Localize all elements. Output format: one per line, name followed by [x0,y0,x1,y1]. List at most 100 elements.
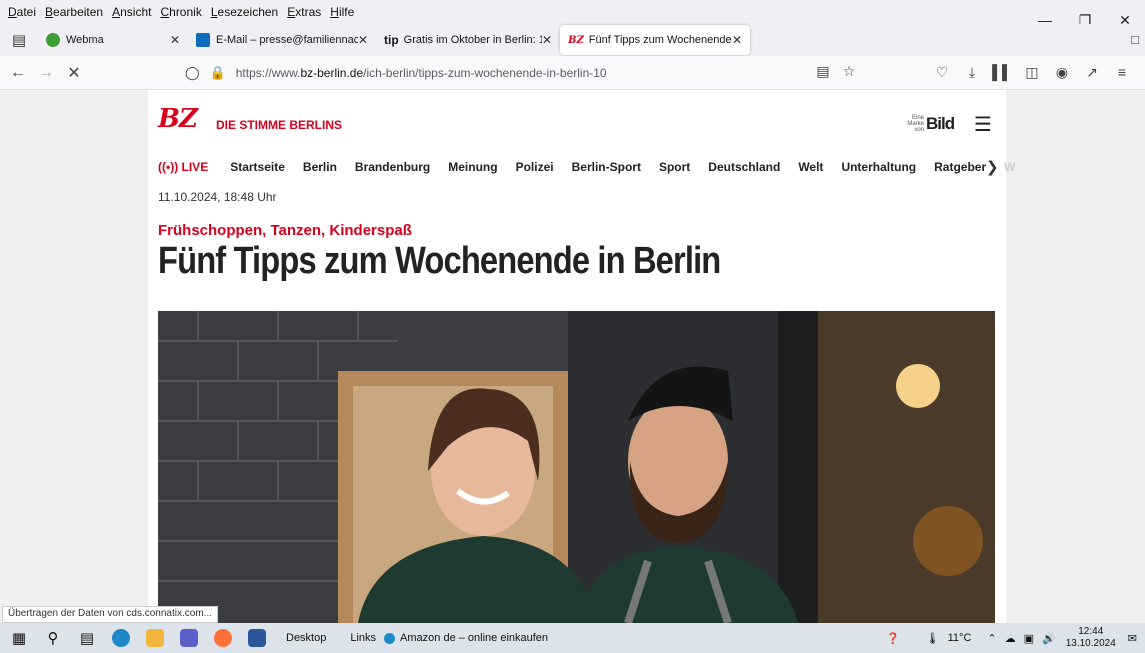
tab-close-icon[interactable]: ✕ [542,33,552,47]
help-icon[interactable]: ❓ [886,632,900,645]
nav-meinung[interactable]: Meinung [448,160,497,174]
search-icon[interactable]: ⚲ [38,627,68,649]
menu-chronik[interactable]: Chronik [160,5,201,19]
notifications-icon[interactable]: ✉ [1128,632,1137,645]
article-headline: Fünf Tipps zum Wochenende in Berlin [158,240,721,282]
pocket-icon[interactable]: ♡ [927,64,957,81]
sidebar-icon[interactable]: ◫ [1017,64,1047,81]
volume-icon[interactable]: 🔊 [1042,632,1056,645]
webmail-favicon-icon [46,33,60,47]
firefox-icon[interactable] [208,627,238,649]
nav-startseite[interactable]: Startseite [230,160,285,174]
network-icon[interactable]: ▣ [1024,632,1034,645]
windows-taskbar: ▦ ⚲ ▤ Desktop Links Amazon de – online e… [0,623,1145,653]
task-view-icon[interactable]: ▤ [72,627,102,649]
menu-bearbeiten[interactable]: Bearbeiten [45,5,103,19]
menu-bar: Datei Bearbeiten Ansicht Chronik Lesezei… [0,0,1145,24]
bild-brand-mark[interactable]: Eine Marke von Bild [902,114,955,134]
app-menu-icon[interactable]: ≡ [1107,64,1137,81]
tab-title: Webmail (8352) [66,34,104,46]
menu-datei[interactable]: Datei [8,5,36,19]
article-page: BZ DIE STIMME BERLINS Eine Marke von Bil… [148,90,1015,623]
url-bar[interactable]: ◯ 🔒 https://www. bz-berlin.de/ich-berlin/… [185,60,865,86]
tab-bz-active[interactable]: BZ Fünf Tipps zum Wochenende ar ✕ [560,25,750,55]
nav-ratgeber[interactable]: Ratgeber [934,160,986,174]
tray-chevron-icon[interactable]: ⌃ [987,632,996,645]
nav-live[interactable]: ((•)) LIVE [158,160,208,174]
url-prefix: https://www. [235,66,301,80]
amazon-link[interactable]: Amazon de – online einkaufen [400,632,548,644]
edge-icon[interactable] [106,627,136,649]
menu-lesezeichen[interactable]: Lesezeichen [211,5,278,19]
clock-date: 13.10.2024 [1065,638,1116,649]
tab-close-icon[interactable]: ✕ [732,33,742,47]
account-icon[interactable]: ◉ [1047,64,1077,81]
hamburger-menu-icon[interactable]: ☰ [974,112,992,137]
nav-berlin-sport[interactable]: Berlin-Sport [572,160,641,174]
nav-sport[interactable]: Sport [659,160,690,174]
desktop-toolbar[interactable]: Desktop [286,632,326,644]
nav-berlin[interactable]: Berlin [303,160,337,174]
bookmark-star-icon[interactable]: ☆ [836,63,862,80]
tab-tip[interactable]: tip Gratis im Oktober in Berlin: 12 k ✕ [376,25,560,55]
bz-favicon-icon: BZ [568,34,584,46]
back-icon[interactable]: ← [4,64,32,82]
stop-icon[interactable]: ✕ [60,63,88,83]
bz-logo[interactable]: BZ [158,104,198,134]
file-explorer-icon[interactable] [140,627,170,649]
photo-illustration [158,311,995,623]
tab-close-icon[interactable]: ✕ [170,33,180,47]
nav-more-faded[interactable]: W [1004,160,1015,174]
menu-extras[interactable]: Extras [287,5,321,19]
system-tray: ❓ 🌡 11°C ⌃ ☁ ▣ 🔊 12:44 13.10.2024 ✉ [878,623,1137,653]
article-kicker: Frühschoppen, Tanzen, Kinderspaß [158,222,412,239]
lock-icon[interactable]: 🔒 [210,65,226,81]
menu-ansicht[interactable]: Ansicht [112,5,151,19]
edge-link-icon [382,627,396,649]
chevron-right-icon[interactable]: ❯ [986,158,999,176]
windows-start-icon[interactable]: ▦ [4,627,34,649]
nav-deutschland[interactable]: Deutschland [708,160,780,174]
nav-welt[interactable]: Welt [798,160,823,174]
share-icon[interactable]: ↗ [1077,64,1107,81]
nav-unterhaltung[interactable]: Unterhaltung [841,160,916,174]
teams-icon[interactable] [174,627,204,649]
url-actions: ▤ ☆ [810,63,862,80]
nav-brandenburg[interactable]: Brandenburg [355,160,430,174]
url-path: /ich-berlin/tipps-zum-wochenende-in-berl… [363,66,607,80]
tip-favicon-icon: tip [384,33,399,47]
menu-hilfe[interactable]: Hilfe [330,5,354,19]
nav-bar: ← → ✕ ◯ 🔒 https://www. bz-berlin.de/ich-b… [0,56,1145,90]
outlook-icon [196,33,210,47]
url-host: bz-berlin.de [300,66,364,80]
list-all-tabs-icon[interactable]: ▤ [0,31,38,49]
shield-icon[interactable]: ◯ [185,65,200,81]
tab-bar: ▤ Webmail (8352) ✕ E-Mail – presse@famil… [0,24,1145,56]
site-nav: ((•)) LIVE Startseite Berlin Brandenburg… [158,160,1033,174]
tab-email[interactable]: E-Mail – presse@familiennacht. ✕ [188,25,376,55]
clock-time: 12:44 [1078,626,1104,637]
article-date: 11.10.2024, 18:48 Uhr [158,190,277,204]
word-icon[interactable] [242,627,272,649]
bz-slogan: DIE STIMME BERLINS [216,118,343,132]
temperature[interactable]: 11°C [948,632,972,644]
clock[interactable]: 12:44 13.10.2024 [1066,626,1116,650]
tab-title: E-Mail – presse@familiennacht. [216,34,358,46]
tab-webmail[interactable]: Webmail (8352) ✕ [38,25,188,55]
tab-title: Gratis im Oktober in Berlin: 12 k [403,34,542,46]
tab-overflow-icon[interactable]: □ [1131,32,1139,47]
bild-brand-big: Bild [926,114,955,133]
tab-close-icon[interactable]: ✕ [358,33,368,47]
toolbar-right: ♡ ⤓ ▌▌ ◫ ◉ ↗ ≡ [927,64,1137,81]
article-photo[interactable] [158,311,995,623]
download-icon[interactable]: ⤓ [957,64,987,81]
status-tooltip: Übertragen der Daten von cds.connatix.co… [2,606,218,623]
library-icon[interactable]: ▌▌ [987,64,1017,81]
onedrive-icon[interactable]: ☁ [1005,632,1016,645]
nav-polizei[interactable]: Polizei [516,160,554,174]
page-viewport: BZ DIE STIMME BERLINS Eine Marke von Bil… [0,90,1145,623]
links-toolbar[interactable]: Links [350,632,376,644]
forward-icon[interactable]: → [32,64,60,82]
weather-icon[interactable]: 🌡 [926,632,940,645]
reader-view-icon[interactable]: ▤ [810,63,836,80]
